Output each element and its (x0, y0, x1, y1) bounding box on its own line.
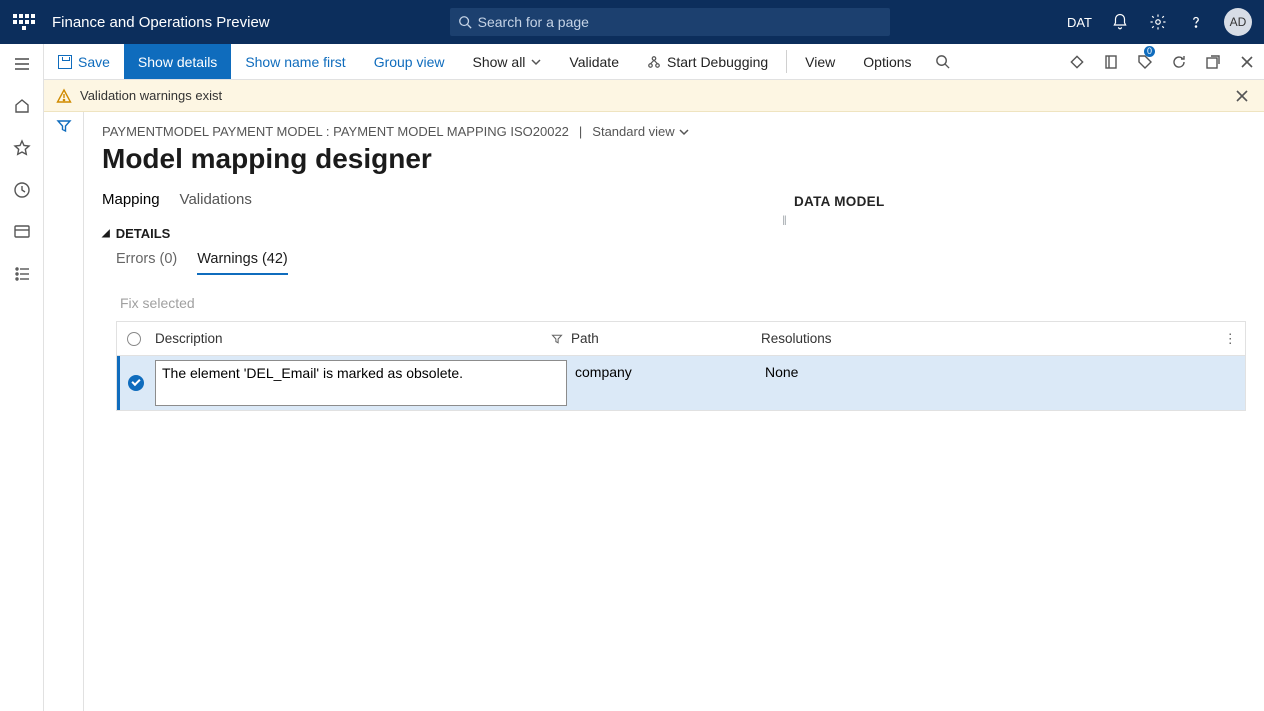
view-selector[interactable]: Standard view (592, 124, 688, 139)
app-launcher-icon[interactable] (12, 10, 36, 34)
table-row[interactable]: The element 'DEL_Email' is marked as obs… (117, 356, 1245, 410)
validate-button[interactable]: Validate (555, 44, 633, 79)
show-all-button[interactable]: Show all (459, 44, 556, 79)
save-button[interactable]: Save (44, 44, 124, 79)
badge-count: 0 (1144, 46, 1155, 57)
description-cell[interactable]: The element 'DEL_Email' is marked as obs… (155, 360, 567, 406)
details-section-header[interactable]: ◢ DETAILS (102, 226, 1246, 241)
toolbar-divider (786, 50, 787, 73)
modules-list-icon[interactable] (10, 262, 34, 286)
recent-clock-icon[interactable] (10, 178, 34, 202)
app-header: Finance and Operations Preview Search fo… (0, 0, 1264, 44)
start-debugging-button[interactable]: Start Debugging (633, 44, 782, 79)
close-page-icon[interactable] (1230, 44, 1264, 79)
col-description[interactable]: Description (155, 331, 223, 346)
refresh-icon[interactable] (1162, 44, 1196, 79)
global-search[interactable]: Search for a page (450, 8, 890, 36)
user-avatar[interactable]: AD (1224, 8, 1252, 36)
fix-selected-button[interactable]: Fix selected (120, 295, 1246, 311)
group-view-button[interactable]: Group view (360, 44, 459, 79)
search-icon (458, 15, 472, 29)
search-placeholder: Search for a page (478, 14, 589, 30)
filter-funnel-icon[interactable] (56, 118, 72, 711)
favorites-star-icon[interactable] (10, 136, 34, 160)
grid-header: Description Path Resolutions ⋮ (117, 322, 1245, 356)
workspaces-icon[interactable] (10, 220, 34, 244)
validation-warning-bar: Validation warnings exist (44, 80, 1264, 112)
save-icon (58, 55, 72, 69)
page-tabs: Mapping Validations (102, 191, 1246, 212)
options-button[interactable]: Options (849, 44, 925, 79)
company-code[interactable]: DAT (1067, 15, 1092, 30)
column-filter-icon[interactable] (551, 333, 563, 345)
details-label: DETAILS (116, 226, 171, 241)
warnings-grid: Description Path Resolutions ⋮ (116, 321, 1246, 411)
popup-icon[interactable] (1196, 44, 1230, 79)
col-path[interactable]: Path (571, 331, 599, 346)
col-resolutions[interactable]: Resolutions (761, 331, 832, 346)
attachment-diamond-icon[interactable] (1060, 44, 1094, 79)
select-all-column[interactable] (117, 332, 151, 346)
action-toolbar: Save Show details Show name first Group … (44, 44, 1264, 80)
view-button[interactable]: View (791, 44, 849, 79)
help-icon[interactable] (1186, 12, 1206, 32)
debug-icon (647, 55, 661, 69)
details-sub-tabs: Errors (0) Warnings (42) (116, 251, 1246, 275)
check-icon (128, 375, 144, 391)
save-label: Save (78, 54, 110, 70)
sub-tab-warnings[interactable]: Warnings (42) (197, 251, 288, 275)
breadcrumb-divider: | (579, 124, 582, 139)
home-icon[interactable] (10, 94, 34, 118)
warning-close-icon[interactable] (1232, 86, 1252, 106)
show-details-button[interactable]: Show details (124, 44, 231, 79)
app-title: Finance and Operations Preview (52, 14, 270, 31)
office-doc-icon[interactable] (1094, 44, 1128, 79)
warning-triangle-icon (56, 88, 72, 104)
grid-more-icon[interactable]: ⋮ (1224, 331, 1238, 347)
data-model-section-label: DATA MODEL (794, 194, 885, 209)
tab-mapping[interactable]: Mapping (102, 191, 160, 212)
toolbar-search-icon[interactable] (926, 44, 960, 79)
chevron-down-icon (679, 127, 689, 137)
splitter-handle[interactable] (780, 212, 788, 228)
filter-column (44, 112, 84, 711)
hamburger-icon[interactable] (10, 52, 34, 76)
caret-down-icon: ◢ (102, 228, 110, 239)
sub-tab-errors[interactable]: Errors (0) (116, 251, 177, 275)
resolutions-cell: None (761, 356, 1245, 410)
show-name-first-button[interactable]: Show name first (231, 44, 359, 79)
tab-validations[interactable]: Validations (180, 191, 252, 212)
row-checkbox[interactable] (120, 356, 151, 410)
debug-label: Start Debugging (667, 54, 768, 70)
notifications-icon[interactable] (1110, 12, 1130, 32)
breadcrumb: PAYMENTMODEL PAYMENT MODEL : PAYMENT MOD… (102, 124, 569, 139)
settings-gear-icon[interactable] (1148, 12, 1168, 32)
path-cell: company (571, 356, 761, 410)
warning-text: Validation warnings exist (80, 88, 222, 103)
tag-badge-icon[interactable]: 0 (1128, 44, 1162, 79)
page-title: Model mapping designer (102, 143, 1246, 175)
view-label: Standard view (592, 124, 674, 139)
left-nav-rail (0, 44, 44, 711)
page-body: PAYMENTMODEL PAYMENT MODEL : PAYMENT MOD… (84, 112, 1264, 711)
show-all-label: Show all (473, 54, 526, 70)
chevron-down-icon (531, 57, 541, 67)
